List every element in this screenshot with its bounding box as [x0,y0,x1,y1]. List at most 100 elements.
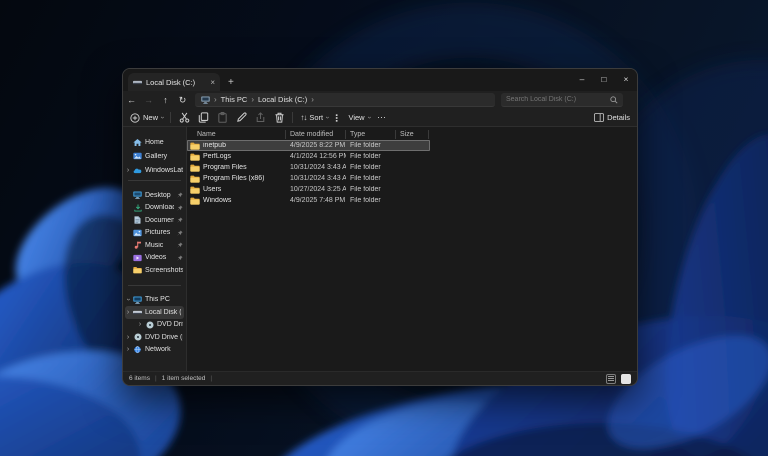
sidebar-separator [128,285,181,286]
chevron-right-icon[interactable]: › [125,334,131,341]
status-divider: | [155,375,157,382]
file-row-program-files[interactable]: Program Files 10/31/2024 3:43 AM File fo… [187,162,430,173]
sidebar-item-home[interactable]: Home [123,135,186,149]
chevron-down-icon: › [159,116,166,118]
breadcrumb-this-pc[interactable]: This PC [221,95,248,104]
view-button[interactable]: View › [335,113,369,123]
file-row-perflogs[interactable]: PerfLogs 4/1/2024 12:56 PM File folder [187,151,430,162]
chevron-right-icon[interactable]: › [137,321,143,328]
selection-count: 1 item selected [162,375,206,382]
up-icon[interactable]: ↑ [157,95,174,105]
sidebar-item-downloads[interactable]: Downloads [123,202,186,215]
file-explorer-window: Local Disk (C:) × + – □ × ← → ↑ ↻ › This… [122,68,638,386]
sidebar-spacer [123,277,186,282]
pin-icon [177,230,183,236]
chevron-right-icon[interactable]: › [125,167,131,174]
refresh-icon[interactable]: ↻ [174,95,191,106]
column-header-type[interactable]: Type [346,130,396,139]
local-disk-icon [133,308,142,317]
chevron-down-icon: › [324,116,331,118]
sidebar-item-desktop[interactable]: Desktop [123,189,186,202]
file-row-users[interactable]: Users 10/27/2024 3:25 AM File folder [187,184,430,195]
sidebar-item-pictures[interactable]: Pictures [123,227,186,240]
column-header-name[interactable]: Name [187,130,286,139]
sidebar-item-network[interactable]: › Network [123,344,186,357]
file-row-windows[interactable]: Windows 4/9/2025 7:48 PM File folder [187,195,430,206]
rename-button[interactable] [235,112,247,124]
paste-button[interactable] [216,112,228,124]
details-view-toggle[interactable] [606,374,616,384]
onedrive-cloud-icon [133,166,142,175]
tab-close-icon[interactable]: × [210,78,215,87]
chevron-expanded-icon[interactable]: › [125,297,132,303]
copy-button[interactable] [197,112,209,124]
search-box [501,93,623,107]
pin-icon [177,205,183,211]
file-row-inetpub[interactable]: inetpub 4/9/2025 8:22 PM File folder [187,140,430,151]
search-input[interactable] [506,96,610,103]
folder-icon [190,164,200,172]
minimize-button[interactable]: – [571,69,593,89]
folder-icon [190,186,200,194]
maximize-button[interactable]: □ [593,69,615,89]
column-header-date-modified[interactable]: Date modified [286,130,346,139]
close-button[interactable]: × [615,69,637,89]
sidebar-item-music[interactable]: Music [123,239,186,252]
new-label: New [143,113,158,122]
pin-icon [177,192,183,198]
sort-label: Sort [309,113,323,122]
sort-icon: ↑↓ [300,113,306,122]
sidebar-item-videos[interactable]: Videos [123,252,186,265]
breadcrumb-local-disk[interactable]: Local Disk (C:) [258,95,307,104]
details-label: Details [607,113,630,122]
large-icons-view-toggle[interactable] [621,374,631,384]
music-icon [133,241,142,250]
new-tab-button[interactable]: + [228,77,234,88]
view-label: View [348,113,364,122]
details-pane-icon [594,113,604,122]
sidebar-item-documents[interactable]: Documents [123,214,186,227]
desktop: { "icons": { "back": "←", "forward": "→"… [0,0,768,456]
downloads-icon [133,203,142,212]
sidebar-item-onedrive[interactable]: › WindowsLatest - Pe [123,163,186,177]
sidebar-item-local-disk-c[interactable]: › Local Disk (C:) [125,306,184,319]
column-header-size[interactable]: Size [396,130,429,139]
sidebar-separator [128,180,181,181]
this-pc-icon [201,96,210,104]
dvd-drive-icon [133,333,142,342]
folder-icon [190,197,200,205]
sidebar-item-dvd-drive-d-outer[interactable]: › DVD Drive (D:) CCC [123,331,186,344]
pin-icon [177,217,183,223]
breadcrumb-separator: › [251,95,254,104]
file-list-pane: Name Date modified Type Size inetpub 4/9… [187,127,637,371]
sort-button[interactable]: ↑↓ Sort › [300,113,328,122]
file-row-program-files-x86[interactable]: Program Files (x86) 10/31/2024 3:43 AM F… [187,173,430,184]
cut-button[interactable] [178,112,190,124]
new-button[interactable]: New › [130,113,163,123]
chevron-right-icon[interactable]: › [125,309,131,316]
breadcrumb-separator: › [311,95,314,104]
navigation-pane: Home Gallery › WindowsLatest - Pe Deskto… [123,127,187,371]
network-icon [133,345,142,354]
navigation-bar: ← → ↑ ↻ › This PC › Local Disk (C:) › [123,91,637,109]
back-icon[interactable]: ← [123,95,140,105]
pictures-icon [133,228,142,237]
chevron-right-icon[interactable]: › [125,346,131,353]
sidebar-item-dvd-drive-d[interactable]: › DVD Drive (D:) CC [123,319,186,332]
breadcrumb[interactable]: › This PC › Local Disk (C:) › [195,93,495,107]
drive-icon [133,79,142,86]
column-headers: Name Date modified Type Size [187,128,637,140]
details-button[interactable]: Details [594,113,630,122]
file-rows: inetpub 4/9/2025 8:22 PM File folder Per… [187,140,430,206]
sidebar-item-screenshots[interactable]: Screenshots [123,264,186,277]
explorer-tab[interactable]: Local Disk (C:) × [128,73,220,91]
window-content: Home Gallery › WindowsLatest - Pe Deskto… [123,127,637,371]
sidebar-item-this-pc[interactable]: › This PC [123,294,186,307]
share-button[interactable] [254,112,266,124]
forward-icon[interactable]: → [140,95,157,105]
folder-icon [190,153,200,161]
sidebar-item-gallery[interactable]: Gallery [123,149,186,163]
chevron-down-icon: › [365,116,372,118]
more-options-icon[interactable]: ⋯ [377,112,386,123]
delete-button[interactable] [273,112,285,124]
